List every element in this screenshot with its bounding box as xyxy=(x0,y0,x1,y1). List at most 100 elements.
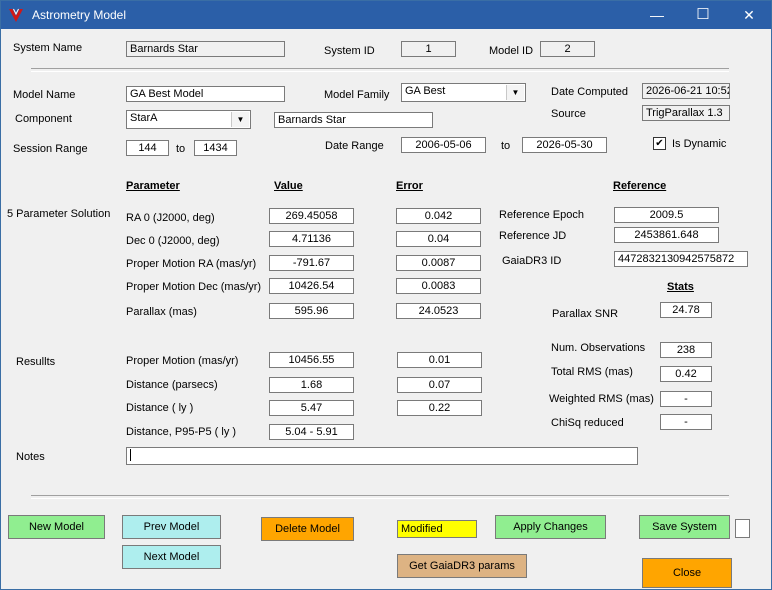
apply-changes-button[interactable]: Apply Changes xyxy=(495,515,606,539)
status-field: Modified xyxy=(397,520,477,538)
results-section-label: Resullts xyxy=(16,356,56,368)
get-gaia-params-button[interactable]: Get GaiaDR3 params xyxy=(397,554,527,578)
result-label: Distance ( ly ) xyxy=(126,402,194,414)
minimize-button[interactable]: — xyxy=(634,1,680,29)
param-label: Dec 0 (J2000, deg) xyxy=(126,235,220,247)
reference-epoch-label: Reference Epoch xyxy=(499,209,584,221)
param-label: Proper Motion RA (mas/yr) xyxy=(126,258,257,270)
model-id-field[interactable]: 2 xyxy=(540,41,595,57)
param-value-input[interactable]: 595.96 xyxy=(269,303,354,319)
is-dynamic-checkbox[interactable]: ✔ xyxy=(653,137,666,150)
chisq-reduced-field[interactable]: - xyxy=(660,414,712,430)
session-range-label: Session Range xyxy=(13,143,88,155)
new-model-button[interactable]: New Model xyxy=(8,515,105,539)
result-label: Proper Motion (mas/yr) xyxy=(126,355,239,367)
system-id-field[interactable]: 1 xyxy=(401,41,456,57)
model-family-value: GA Best xyxy=(405,85,446,97)
save-checkbox[interactable] xyxy=(735,519,750,538)
value-header: Value xyxy=(274,180,303,192)
minimize-icon: — xyxy=(650,7,664,23)
window-title: Astrometry Model xyxy=(32,8,127,22)
param-value-input[interactable]: 269.45058 xyxy=(269,208,354,224)
date-to-label: to xyxy=(501,140,511,152)
separator-top xyxy=(31,68,729,72)
chisq-reduced-label: ChiSq reduced xyxy=(551,417,624,429)
param-label: RA 0 (J2000, deg) xyxy=(126,212,215,224)
stats-header: Stats xyxy=(667,281,694,293)
parallax-snr-label: Parallax SNR xyxy=(552,308,619,320)
delete-model-button[interactable]: Delete Model xyxy=(261,517,354,541)
close-window-button[interactable]: ✕ xyxy=(726,1,772,29)
source-field[interactable]: TrigParallax 1.3 xyxy=(642,105,730,121)
date-to-input[interactable]: 2026-05-30 xyxy=(522,137,607,153)
system-name-label: System Name xyxy=(13,42,83,54)
result-error-field[interactable]: 0.07 xyxy=(397,377,482,393)
result-label: Distance, P95-P5 ( ly ) xyxy=(126,426,237,438)
prev-model-button[interactable]: Prev Model xyxy=(122,515,221,539)
checkmark-icon: ✔ xyxy=(655,138,664,149)
weighted-rms-field[interactable]: - xyxy=(660,391,712,407)
session-to-input[interactable]: 1434 xyxy=(194,140,237,156)
save-system-button[interactable]: Save System xyxy=(639,515,730,539)
source-label: Source xyxy=(551,108,586,120)
param-label: Proper Motion Dec (mas/yr) xyxy=(126,281,262,293)
result-label: Distance (parsecs) xyxy=(126,379,218,391)
is-dynamic-label: Is Dynamic xyxy=(672,138,727,150)
system-name-field[interactable]: Barnards Star xyxy=(126,41,285,57)
param-value-input[interactable]: 10426.54 xyxy=(269,278,354,294)
separator-bottom xyxy=(31,495,729,499)
gaia-id-input[interactable]: 4472832130942575872 xyxy=(614,251,748,267)
model-family-select[interactable]: GA Best ▼ xyxy=(401,83,526,102)
param-error-input[interactable]: 24.0523 xyxy=(396,303,481,319)
result-value-field[interactable]: 5.47 xyxy=(269,400,354,416)
result-error-field[interactable]: 0.22 xyxy=(397,400,482,416)
app-logo-icon xyxy=(9,8,23,22)
date-computed-field[interactable]: 2026-06-21 10:52 xyxy=(642,83,730,99)
model-id-label: Model ID xyxy=(489,45,534,57)
param-value-input[interactable]: -791.67 xyxy=(269,255,354,271)
param-error-input[interactable]: 0.042 xyxy=(396,208,481,224)
maximize-icon: ☐ xyxy=(696,6,710,23)
model-name-label: Model Name xyxy=(13,89,76,101)
result-error-field[interactable]: 0.01 xyxy=(397,352,482,368)
component-select[interactable]: StarA ▼ xyxy=(126,110,251,129)
param-error-input[interactable]: 0.04 xyxy=(396,231,481,247)
model-name-input[interactable]: GA Best Model xyxy=(126,86,285,102)
total-rms-label: Total RMS (mas) xyxy=(551,366,633,378)
solution-section-label: 5 Parameter Solution xyxy=(7,208,111,220)
param-error-input[interactable]: 0.0083 xyxy=(396,278,481,294)
total-rms-field[interactable]: 0.42 xyxy=(660,366,712,382)
param-value-input[interactable]: 4.71136 xyxy=(269,231,354,247)
result-value-field[interactable]: 1.68 xyxy=(269,377,354,393)
date-computed-label: Date Computed xyxy=(551,86,629,98)
reference-header: Reference xyxy=(613,180,667,192)
session-to-label: to xyxy=(176,143,186,155)
date-range-label: Date Range xyxy=(325,140,384,152)
component-label: Component xyxy=(15,113,72,125)
component-name-input[interactable]: Barnards Star xyxy=(274,112,433,128)
maximize-button[interactable]: ☐ xyxy=(680,1,726,29)
result-value-field[interactable]: 10456.55 xyxy=(269,352,354,368)
text-cursor xyxy=(130,449,131,462)
title-bar: Astrometry Model — ☐ ✕ xyxy=(1,1,771,29)
gaia-id-label: GaiaDR3 ID xyxy=(502,255,562,267)
component-value: StarA xyxy=(130,112,158,124)
reference-epoch-input[interactable]: 2009.5 xyxy=(614,207,719,223)
close-button[interactable]: Close xyxy=(642,558,732,588)
next-model-button[interactable]: Next Model xyxy=(122,545,221,569)
result-value-field[interactable]: 5.04 - 5.91 xyxy=(269,424,354,440)
notes-input[interactable] xyxy=(126,447,638,465)
param-error-input[interactable]: 0.0087 xyxy=(396,255,481,271)
chevron-down-icon: ▼ xyxy=(231,112,249,127)
session-from-input[interactable]: 144 xyxy=(126,140,169,156)
num-observations-field[interactable]: 238 xyxy=(660,342,712,358)
date-from-input[interactable]: 2006-05-06 xyxy=(401,137,486,153)
num-observations-label: Num. Observations xyxy=(551,342,646,354)
weighted-rms-label: Weighted RMS (mas) xyxy=(549,393,654,405)
parallax-snr-field[interactable]: 24.78 xyxy=(660,302,712,318)
astrometry-model-window: Astrometry Model — ☐ ✕ System Name Barna… xyxy=(0,0,772,590)
parameter-header: Parameter xyxy=(126,180,180,192)
reference-jd-input[interactable]: 2453861.648 xyxy=(614,227,719,243)
notes-label: Notes xyxy=(16,451,45,463)
error-header: Error xyxy=(396,180,423,192)
